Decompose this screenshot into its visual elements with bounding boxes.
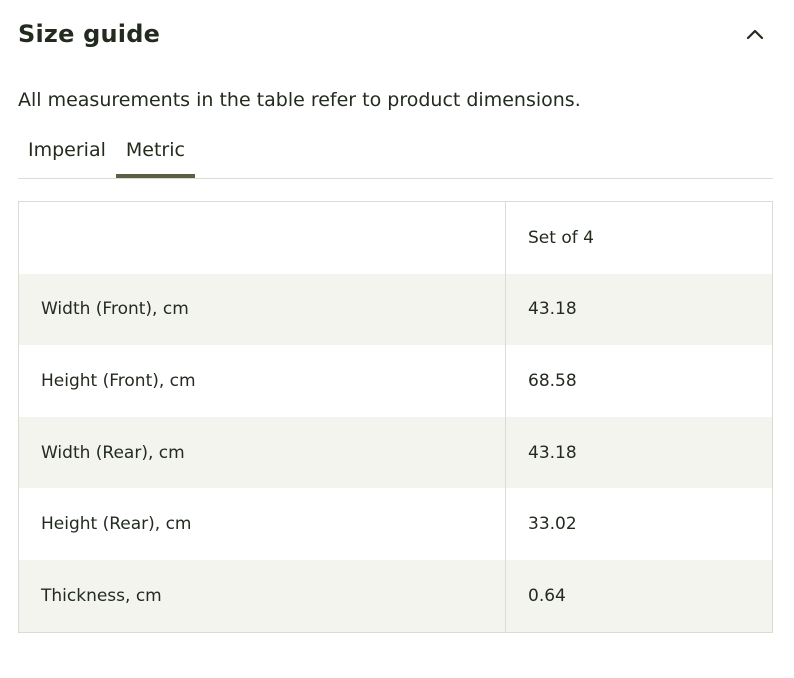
table-row: Height (Front), cm 68.58 [19,345,772,417]
table-header-value: Set of 4 [528,227,594,248]
size-guide-title: Size guide [18,20,161,48]
row-value: 43.18 [528,442,577,463]
table-row: Thickness, cm 0.64 [19,559,772,632]
row-label: Height (Front), cm [19,345,506,417]
row-value: 0.64 [528,585,566,606]
row-label: Width (Rear), cm [19,416,506,489]
table-header-label [19,202,506,274]
row-value: 33.02 [528,514,577,535]
table-row: Width (Front), cm 43.18 [19,273,772,346]
tab-imperial[interactable]: Imperial [18,132,116,178]
unit-tabs: Imperial Metric [18,132,773,179]
size-guide-description: All measurements in the table refer to p… [18,89,581,111]
table-header-row: Set of 4 [19,202,772,274]
size-guide-header[interactable]: Size guide [18,0,773,68]
row-value: 43.18 [528,299,577,320]
row-label: Height (Rear), cm [19,488,506,560]
dimensions-table: Set of 4 Width (Front), cm 43.18 Height … [18,201,773,633]
chevron-up-icon [746,29,764,40]
tab-metric[interactable]: Metric [115,132,195,178]
row-label: Thickness, cm [19,559,506,632]
table-row: Height (Rear), cm 33.02 [19,488,772,560]
row-value: 68.58 [528,370,577,391]
row-label: Width (Front), cm [19,273,506,346]
size-guide-panel: Size guide All measurements in the table… [18,0,773,633]
collapse-button[interactable] [741,20,769,48]
table-row: Width (Rear), cm 43.18 [19,416,772,489]
